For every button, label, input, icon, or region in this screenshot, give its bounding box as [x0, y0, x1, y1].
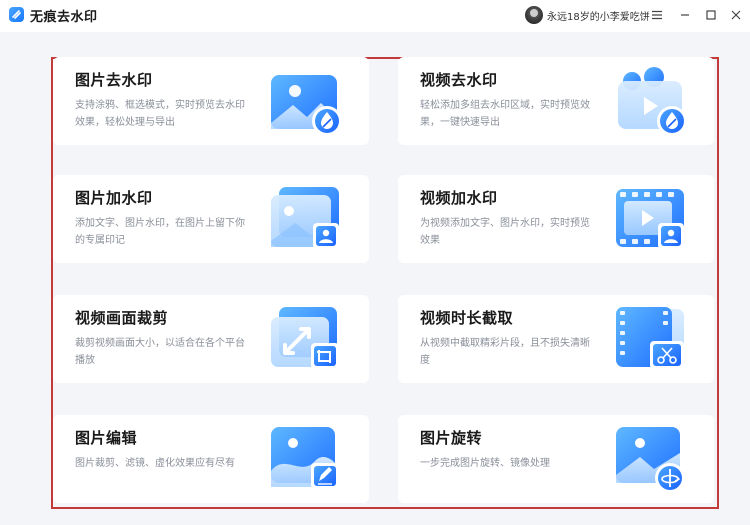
card-image-edit[interactable]: 图片编辑 图片裁剪、滤镜、虚化效果应有尽有 — [53, 415, 369, 503]
card-title: 图片编辑 — [75, 429, 138, 447]
close-icon[interactable] — [727, 6, 745, 24]
video-add-watermark-icon — [610, 183, 692, 257]
app-title: 无痕去水印 — [30, 10, 98, 25]
card-video-crop[interactable]: 视频画面裁剪 裁剪视频画面大小，以适合在各个平台播放 — [53, 295, 369, 383]
card-desc: 裁剪视频画面大小，以适合在各个平台播放 — [75, 338, 245, 366]
image-remove-watermark-icon — [265, 65, 347, 139]
main-content: 图片去水印 支持涂鸦、框选模式，实时预览去水印效果，轻松处理与导出 视频去水印 … — [0, 32, 750, 525]
card-title: 视频画面裁剪 — [75, 309, 169, 327]
card-title: 视频去水印 — [420, 71, 498, 89]
menu-icon[interactable] — [648, 6, 666, 24]
card-image-remove-watermark[interactable]: 图片去水印 支持涂鸦、框选模式，实时预览去水印效果，轻松处理与导出 — [53, 57, 369, 145]
video-trim-icon — [610, 303, 692, 377]
card-desc: 轻松添加多组去水印区域，实时预览效果，一键快速导出 — [420, 100, 590, 128]
card-video-remove-watermark[interactable]: 视频去水印 轻松添加多组去水印区域，实时预览效果，一键快速导出 — [398, 57, 714, 145]
card-video-add-watermark[interactable]: 视频加水印 为视频添加文字、图片水印，实时预览效果 — [398, 175, 714, 263]
image-rotate-icon — [610, 423, 692, 497]
card-desc: 一步完成图片旋转、镜像处理 — [420, 458, 550, 469]
video-crop-icon — [265, 303, 347, 377]
card-desc: 为视频添加文字、图片水印，实时预览效果 — [420, 218, 590, 246]
avatar[interactable] — [525, 6, 543, 24]
image-edit-icon — [265, 423, 347, 497]
card-title: 图片旋转 — [420, 429, 483, 447]
card-image-rotate[interactable]: 图片旋转 一步完成图片旋转、镜像处理 — [398, 415, 714, 503]
card-video-trim[interactable]: 视频时长截取 从视频中截取精彩片段，且不损失清晰度 — [398, 295, 714, 383]
card-desc: 支持涂鸦、框选模式，实时预览去水印效果，轻松处理与导出 — [75, 100, 245, 128]
card-desc: 添加文字、图片水印，在图片上留下你的专属印记 — [75, 218, 245, 246]
maximize-icon[interactable] — [702, 6, 720, 24]
card-desc: 从视频中截取精彩片段，且不损失清晰度 — [420, 338, 590, 366]
card-image-add-watermark[interactable]: 图片加水印 添加文字、图片水印，在图片上留下你的专属印记 — [53, 175, 369, 263]
user-name[interactable]: 永远18岁的小李爱吃饼 — [547, 8, 650, 23]
card-title: 视频加水印 — [420, 189, 498, 207]
card-title: 图片去水印 — [75, 71, 153, 89]
minimize-icon[interactable] — [676, 6, 694, 24]
card-desc: 图片裁剪、滤镜、虚化效果应有尽有 — [75, 458, 235, 469]
image-add-watermark-icon — [265, 183, 347, 257]
card-title: 图片加水印 — [75, 189, 153, 207]
card-title: 视频时长截取 — [420, 309, 514, 327]
app-logo-icon — [9, 7, 24, 22]
title-bar: 无痕去水印 永远18岁的小李爱吃饼 — [0, 0, 750, 32]
video-remove-watermark-icon — [610, 65, 692, 139]
